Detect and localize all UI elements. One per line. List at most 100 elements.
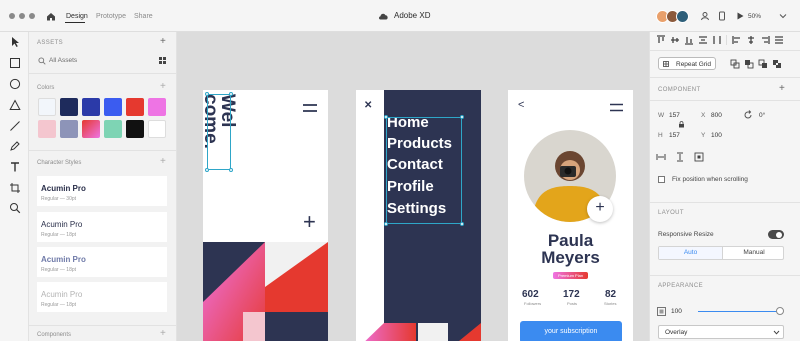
add-character-style-button[interactable]: + <box>160 156 166 167</box>
collaborator-avatars[interactable] <box>656 10 689 23</box>
selection-handle[interactable] <box>205 92 209 96</box>
subscription-button[interactable]: your subscription <box>520 321 622 341</box>
responsive-resize-toggle[interactable] <box>768 230 784 239</box>
minimize-window-button[interactable] <box>19 13 25 19</box>
color-swatch[interactable] <box>60 98 78 116</box>
resize-auto-option[interactable]: Auto <box>659 247 722 259</box>
character-style-item[interactable]: Acumin Pro Regular — 30pt <box>37 176 167 206</box>
x-input[interactable]: 800 <box>711 112 722 119</box>
distribute-horizontal-icon[interactable] <box>774 35 784 45</box>
add-component-button[interactable]: + <box>160 328 166 339</box>
selection-handle[interactable] <box>460 222 464 226</box>
resize-manual-option[interactable]: Manual <box>722 247 785 259</box>
align-top-icon[interactable] <box>656 35 666 45</box>
distribute-vertical-icon[interactable] <box>698 35 708 45</box>
align-center-icon[interactable] <box>746 35 756 45</box>
zoom-level[interactable]: 50% <box>748 13 761 20</box>
distribute-spacing-icon[interactable] <box>712 35 722 45</box>
stat-value: 172 <box>563 289 580 300</box>
pin-icon[interactable] <box>694 152 704 162</box>
align-right-icon[interactable] <box>760 35 770 45</box>
character-style-item[interactable]: Acumin Pro Regular — 18pt <box>37 212 167 242</box>
selection-handle[interactable] <box>205 168 209 172</box>
blend-mode-select[interactable]: Overlay <box>658 325 784 339</box>
artboard-menu[interactable]: ✕ Home Products Contact Profile Settings <box>356 90 481 341</box>
close-icon[interactable]: ✕ <box>364 100 372 111</box>
ellipse-tool-icon[interactable] <box>9 78 21 90</box>
color-swatch[interactable] <box>126 98 144 116</box>
opacity-slider-track[interactable] <box>698 311 780 312</box>
add-photo-button[interactable]: + <box>587 196 613 222</box>
back-icon[interactable]: < <box>518 99 524 111</box>
color-swatch[interactable] <box>82 98 100 116</box>
close-window-button[interactable] <box>9 13 15 19</box>
artboard-profile[interactable]: < + Paula Meyers Premium Plan 602 Follow… <box>508 90 633 341</box>
opacity-input[interactable]: 100 <box>671 308 682 315</box>
color-swatch[interactable] <box>82 120 100 138</box>
user-icon[interactable] <box>700 11 710 21</box>
boolean-intersect-icon[interactable] <box>758 59 768 69</box>
rotation-input[interactable]: 0° <box>759 112 765 119</box>
divider <box>650 77 800 78</box>
text-tool-icon[interactable] <box>9 161 21 173</box>
grid-view-icon[interactable] <box>159 57 166 64</box>
add-color-button[interactable]: + <box>160 81 166 92</box>
rectangle-tool-icon[interactable] <box>9 57 21 69</box>
color-swatch[interactable] <box>104 120 122 138</box>
select-tool-icon[interactable] <box>9 36 21 48</box>
color-swatch[interactable] <box>104 98 122 116</box>
artboard-tool-icon[interactable] <box>9 182 21 194</box>
maximize-window-button[interactable] <box>29 13 35 19</box>
selection-handle[interactable] <box>460 115 464 119</box>
boolean-exclude-icon[interactable] <box>772 59 782 69</box>
repeat-grid-button[interactable]: Repeat Grid <box>658 57 716 70</box>
character-style-item[interactable]: Acumin Pro Regular — 18pt <box>37 247 167 277</box>
color-swatch[interactable] <box>38 120 56 138</box>
chevron-down-icon[interactable] <box>779 12 787 20</box>
fix-width-icon[interactable] <box>656 152 666 162</box>
tab-design[interactable]: Design <box>66 13 88 20</box>
align-left-icon[interactable] <box>732 35 742 45</box>
tab-prototype[interactable]: Prototype <box>96 13 126 20</box>
polygon-tool-icon[interactable] <box>9 99 21 111</box>
line-tool-icon[interactable] <box>9 120 21 132</box>
add-asset-button[interactable]: + <box>160 36 166 47</box>
width-input[interactable]: 157 <box>669 112 680 119</box>
color-swatch[interactable] <box>60 120 78 138</box>
boolean-add-icon[interactable] <box>730 59 740 69</box>
selection-handle[interactable] <box>229 168 233 172</box>
tab-share[interactable]: Share <box>134 13 153 20</box>
mobile-preview-icon[interactable] <box>717 11 727 21</box>
height-input[interactable]: 157 <box>669 132 680 139</box>
lock-icon[interactable] <box>678 121 685 128</box>
add-icon[interactable]: + <box>303 211 316 233</box>
fix-position-checkbox[interactable] <box>658 176 665 183</box>
home-icon[interactable] <box>46 12 56 21</box>
character-style-item[interactable]: Acumin Pro Regular — 18pt <box>37 282 167 312</box>
add-component-button[interactable]: + <box>779 83 785 94</box>
design-canvas[interactable]: Wel come. + ✕ Home Products Contact Prof… <box>177 32 649 341</box>
pen-tool-icon[interactable] <box>9 140 21 152</box>
zoom-tool-icon[interactable] <box>9 202 21 214</box>
color-swatch[interactable] <box>126 120 144 138</box>
fix-height-icon[interactable] <box>675 152 685 162</box>
opacity-slider-thumb[interactable] <box>776 307 784 315</box>
color-swatch[interactable] <box>38 98 56 116</box>
search-label: All Assets <box>49 57 78 64</box>
color-swatch[interactable] <box>148 120 166 138</box>
color-swatch[interactable] <box>148 98 166 116</box>
avatar[interactable] <box>676 10 689 23</box>
boolean-subtract-icon[interactable] <box>744 59 754 69</box>
character-styles-header: Character Styles <box>37 160 82 166</box>
hamburger-menu-icon[interactable] <box>609 103 624 112</box>
hamburger-menu-icon[interactable] <box>302 103 318 113</box>
align-middle-icon[interactable] <box>670 35 680 45</box>
selection-handle[interactable] <box>229 92 233 96</box>
play-icon[interactable] <box>735 11 745 21</box>
y-input[interactable]: 100 <box>711 132 722 139</box>
selection-handle[interactable] <box>384 222 388 226</box>
search-assets[interactable]: All Assets <box>37 54 167 68</box>
align-bottom-icon[interactable] <box>684 35 694 45</box>
selection-handle[interactable] <box>384 115 388 119</box>
artboard-welcome[interactable]: Wel come. + <box>203 90 328 341</box>
